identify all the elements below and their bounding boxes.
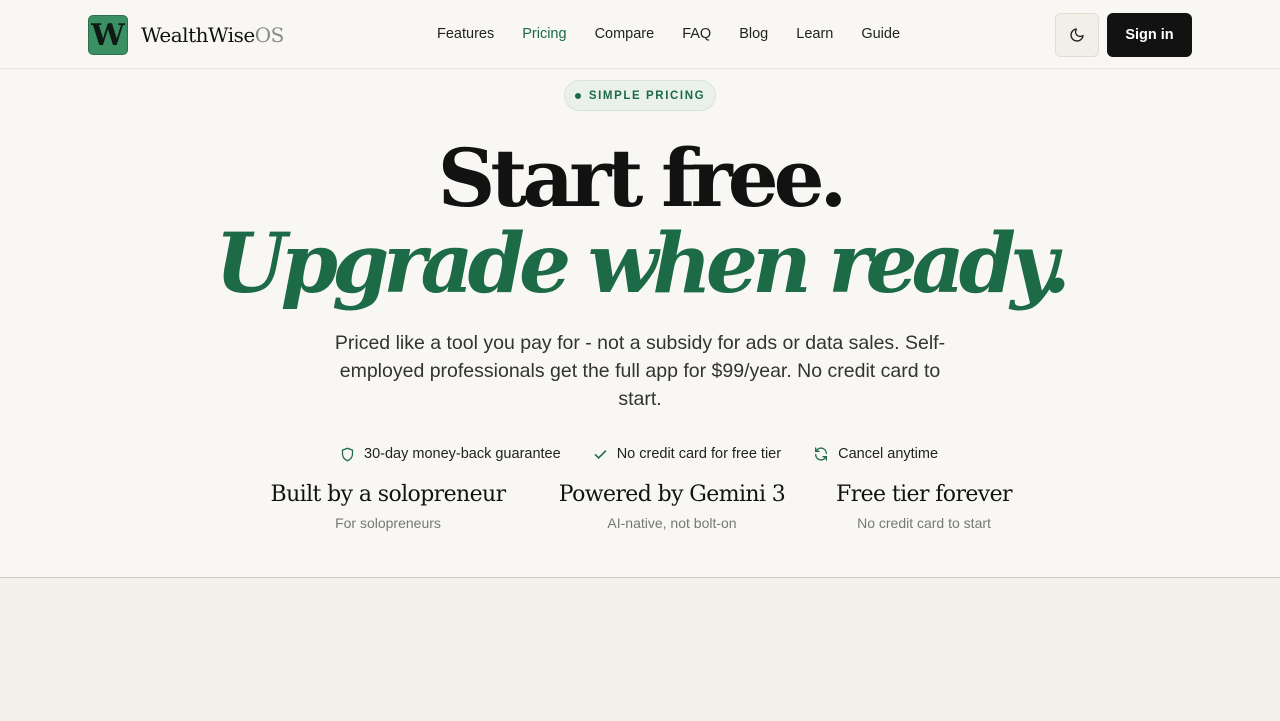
nav-link-guide[interactable]: Guide bbox=[861, 26, 900, 42]
stat-gemini: Powered by Gemini 3 AI-native, not bolt-… bbox=[532, 482, 812, 531]
top-navigation-bar: W WealthWiseOS Features Pricing Compare … bbox=[0, 0, 1280, 69]
perk-label: Cancel anytime bbox=[838, 446, 939, 462]
badge-label: SIMPLE PRICING bbox=[588, 89, 706, 102]
stat-title: Built by a solopreneur bbox=[270, 482, 507, 507]
nav-link-compare[interactable]: Compare bbox=[595, 26, 655, 42]
sign-in-button[interactable]: Sign in bbox=[1107, 13, 1192, 57]
brand-name-main: WealthWise bbox=[141, 23, 255, 47]
check-icon bbox=[594, 449, 606, 459]
moon-icon bbox=[1070, 28, 1084, 42]
theme-toggle-button[interactable] bbox=[1055, 13, 1099, 57]
pricing-badge: SIMPLE PRICING bbox=[564, 80, 716, 111]
perk-cancel-anytime: Cancel anytime bbox=[813, 446, 938, 462]
stat-solopreneur: Built by a solopreneur For solopreneurs bbox=[248, 482, 528, 531]
hero-subtitle: Priced like a tool you pay for - not a s… bbox=[334, 332, 946, 410]
logo-mark: W bbox=[88, 15, 128, 55]
shield-icon bbox=[341, 447, 354, 461]
brand-name: WealthWiseOS bbox=[141, 23, 284, 47]
nav-link-pricing[interactable]: Pricing bbox=[522, 26, 566, 42]
nav-link-features[interactable]: Features bbox=[437, 26, 494, 42]
nav-link-faq[interactable]: FAQ bbox=[682, 26, 711, 42]
badge-dot-icon bbox=[574, 92, 581, 99]
stat-title: Free tier forever bbox=[836, 482, 1013, 507]
stat-subtitle: No credit card to start bbox=[857, 515, 991, 531]
stat-subtitle: For solopreneurs bbox=[335, 515, 441, 531]
brand-name-suffix: OS bbox=[254, 23, 285, 47]
hero-headline-secondary: Upgrade when ready. bbox=[215, 216, 1071, 312]
brand-logo[interactable]: W WealthWiseOS bbox=[88, 15, 284, 55]
main-nav: Features Pricing Compare FAQ Blog Learn … bbox=[437, 26, 928, 42]
stat-subtitle: AI-native, not bolt-on bbox=[607, 515, 737, 531]
perks-row: 30-day money-back guarantee No credit ca… bbox=[340, 446, 970, 462]
pricing-section-background bbox=[0, 577, 1280, 721]
perk-label: 30-day money-back guarantee bbox=[364, 446, 561, 462]
perk-money-back: 30-day money-back guarantee bbox=[340, 446, 561, 462]
hero-headline-primary: Start free. bbox=[437, 131, 848, 225]
stat-title: Powered by Gemini 3 bbox=[558, 482, 786, 507]
perk-label: No credit card for free tier bbox=[616, 446, 782, 462]
nav-link-blog[interactable]: Blog bbox=[739, 26, 768, 42]
nav-link-learn[interactable]: Learn bbox=[796, 26, 833, 42]
perk-no-credit-card: No credit card for free tier bbox=[593, 446, 781, 462]
stat-free-tier: Free tier forever No credit card to star… bbox=[804, 482, 1044, 531]
refresh-icon bbox=[815, 447, 828, 461]
